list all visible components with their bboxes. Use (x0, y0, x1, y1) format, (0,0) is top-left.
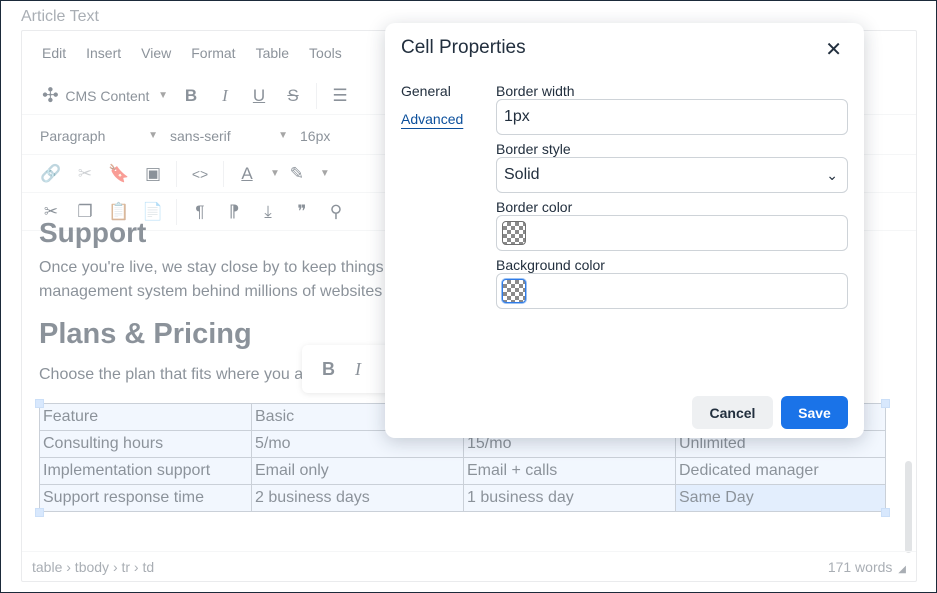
background-color-input[interactable] (496, 273, 848, 309)
border-color-label: Border color (496, 199, 573, 215)
background-color-label: Background color (496, 257, 605, 273)
cancel-button[interactable]: Cancel (692, 396, 773, 429)
close-icon[interactable]: ✕ (825, 37, 842, 62)
border-style-select[interactable]: Solid ⌄ (496, 157, 848, 193)
cell-properties-dialog: Cell Properties ✕ General Advanced Borde… (385, 23, 864, 438)
border-style-value: Solid (504, 166, 540, 183)
border-color-input[interactable] (496, 215, 848, 251)
border-width-input[interactable]: 1px (496, 99, 848, 135)
dialog-title: Cell Properties (401, 37, 526, 58)
border-style-label: Border style (496, 141, 571, 157)
border-width-value: 1px (504, 108, 530, 125)
tab-advanced[interactable]: Advanced (401, 111, 463, 127)
color-swatch[interactable] (502, 221, 526, 245)
border-width-label: Border width (496, 83, 575, 99)
color-swatch[interactable] (502, 279, 526, 303)
chevron-down-icon: ⌄ (826, 167, 838, 183)
save-button[interactable]: Save (781, 396, 848, 429)
tab-general[interactable]: General (401, 83, 451, 99)
